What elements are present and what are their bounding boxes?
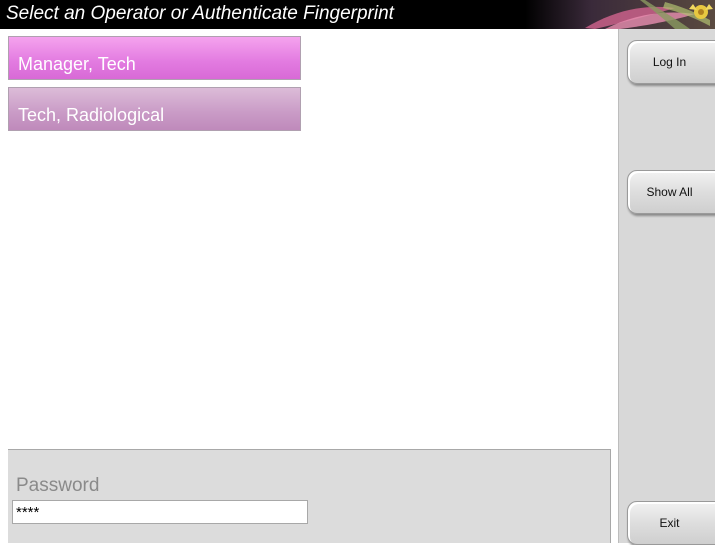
- operator-label: Tech, Radiological: [18, 105, 165, 125]
- log-in-button[interactable]: Log In: [627, 40, 715, 84]
- flower-decoration-icon: [525, 0, 715, 29]
- show-all-button[interactable]: Show All: [627, 170, 715, 214]
- operator-list: Manager, Tech Tech, Radiological: [0, 29, 612, 449]
- operator-label: Manager, Tech: [18, 54, 136, 74]
- exit-button[interactable]: Exit: [627, 501, 715, 545]
- password-label: Password: [16, 475, 100, 496]
- title-bar: Select an Operator or Authenticate Finge…: [0, 0, 715, 29]
- operator-tech-radiological[interactable]: Tech, Radiological: [8, 87, 301, 131]
- page-title: Select an Operator or Authenticate Finge…: [6, 3, 394, 24]
- operator-manager-tech[interactable]: Manager, Tech: [8, 36, 301, 80]
- sidebar: Log In Show All Exit: [618, 29, 715, 545]
- password-input[interactable]: [12, 500, 308, 524]
- password-panel: Password: [8, 449, 611, 543]
